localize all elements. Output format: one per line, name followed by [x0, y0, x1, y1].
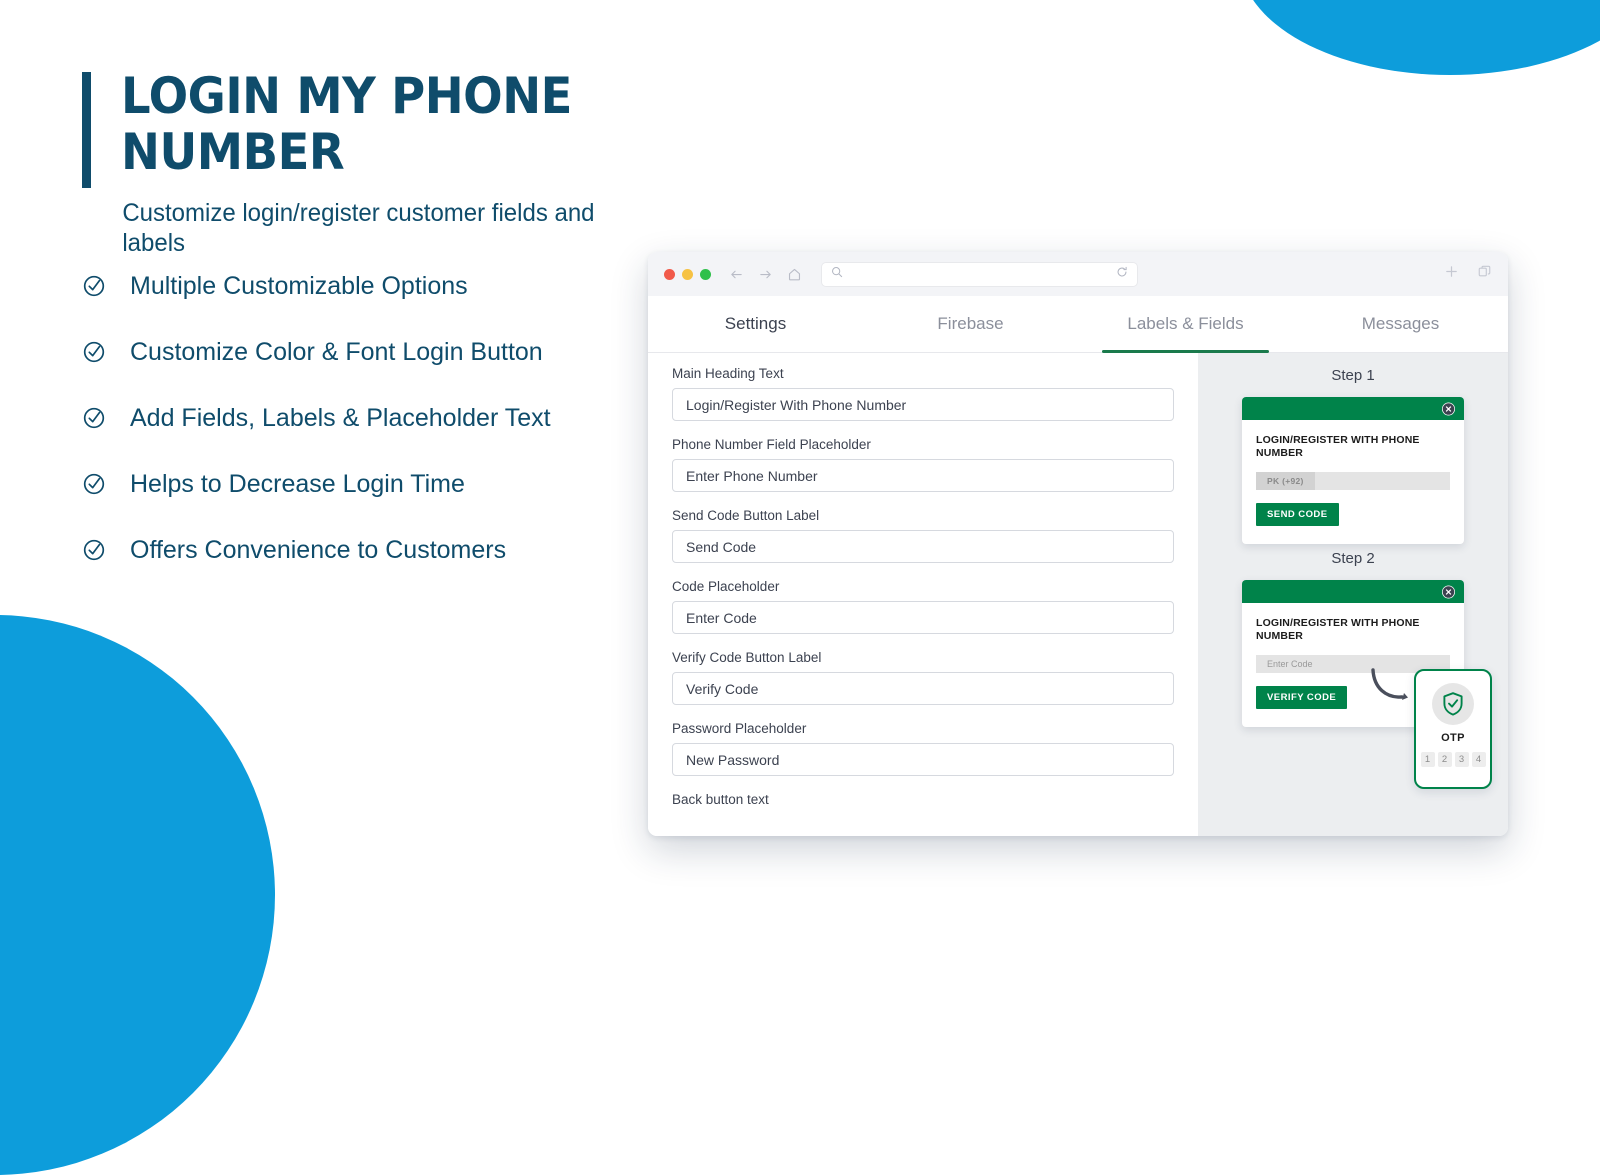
check-circle-icon — [82, 274, 106, 298]
feature-item: Helps to Decrease Login Time — [82, 460, 662, 508]
step-1-phone-input[interactable]: PK (+92) — [1256, 472, 1450, 490]
curved-arrow-icon — [1368, 664, 1412, 709]
feature-label: Add Fields, Labels & Placeholder Text — [130, 404, 551, 432]
tab-indicator — [887, 350, 1054, 353]
step-1-title: Step 1 — [1331, 367, 1375, 384]
verify-code-button-label-input[interactable]: Verify Code — [672, 672, 1174, 705]
tab-labels-and-fields[interactable]: Labels & Fields — [1078, 296, 1293, 353]
page-subtitle: Customize login/register customer fields… — [122, 199, 595, 257]
otp-digit-group: 1 2 3 4 — [1420, 752, 1486, 767]
close-circle-icon[interactable] — [1442, 585, 1455, 598]
content-panes: Main Heading Text Login/Register With Ph… — [648, 353, 1508, 836]
field-phone-number-placeholder: Phone Number Field Placeholder Enter Pho… — [672, 436, 1174, 492]
feature-item: Multiple Customizable Options — [82, 262, 662, 310]
send-code-button[interactable]: SEND CODE — [1256, 503, 1339, 526]
marketing-column: LOGIN MY PHONE NUMBER Customize login/re… — [0, 0, 660, 900]
field-label: Password Placeholder — [672, 721, 807, 736]
card-header — [1242, 580, 1464, 603]
otp-digit[interactable]: 3 — [1454, 752, 1469, 767]
browser-window: Settings Firebase Labels & Fields Messag… — [648, 252, 1508, 836]
feature-label: Offers Convenience to Customers — [130, 536, 507, 564]
plus-icon[interactable] — [1444, 264, 1459, 284]
maximize-window-button[interactable] — [700, 268, 711, 280]
minimize-window-button[interactable] — [682, 268, 693, 280]
check-circle-icon — [82, 340, 106, 364]
check-circle-icon — [82, 472, 106, 496]
copy-tabs-icon[interactable] — [1477, 264, 1492, 284]
arrow-right-icon[interactable] — [758, 267, 773, 282]
reload-icon[interactable] — [1116, 265, 1128, 283]
close-circle-icon[interactable] — [1442, 402, 1455, 415]
tab-label: Settings — [724, 314, 787, 333]
check-circle-icon — [82, 406, 106, 430]
feature-label: Multiple Customizable Options — [130, 272, 468, 300]
otp-label: OTP — [1441, 732, 1465, 744]
card-header — [1242, 397, 1464, 420]
feature-item: Offers Convenience to Customers — [82, 526, 662, 574]
field-main-heading-text: Main Heading Text Login/Register With Ph… — [672, 365, 1174, 421]
field-verify-code-button-label: Verify Code Button Label Verify Code — [672, 649, 1174, 705]
field-password-placeholder: Password Placeholder New Password — [672, 720, 1174, 776]
code-placeholder-input[interactable]: Enter Code — [672, 601, 1174, 634]
feature-label: Customize Color & Font Login Button — [130, 338, 543, 366]
field-label: Phone Number Field Placeholder — [672, 437, 871, 452]
otp-digit[interactable]: 4 — [1471, 752, 1486, 767]
country-code-selector[interactable]: PK (+92) — [1256, 472, 1315, 490]
phone-number-placeholder-input[interactable]: Enter Phone Number — [672, 459, 1174, 492]
step-2-heading: LOGIN/REGISTER WITH PHONE NUMBER — [1256, 617, 1420, 642]
code-input-placeholder: Enter Code — [1267, 659, 1313, 669]
browser-toolbar — [648, 252, 1508, 296]
field-code-placeholder: Code Placeholder Enter Code — [672, 578, 1174, 634]
field-label: Code Placeholder — [672, 579, 780, 594]
feature-item: Add Fields, Labels & Placeholder Text — [82, 394, 662, 442]
tab-bar: Settings Firebase Labels & Fields Messag… — [648, 296, 1508, 353]
step-1-preview: Step 1 LOGIN/REGISTER WITH PHONE NUMBER — [1198, 367, 1508, 544]
password-placeholder-input[interactable]: New Password — [672, 743, 1174, 776]
page-title: LOGIN MY PHONE NUMBER — [121, 67, 572, 181]
navigation-buttons — [729, 267, 802, 282]
arrow-left-icon[interactable] — [729, 267, 744, 282]
verify-code-button[interactable]: VERIFY CODE — [1256, 686, 1348, 709]
feature-item: Customize Color & Font Login Button — [82, 328, 662, 376]
field-label: Main Heading Text — [672, 366, 784, 381]
main-heading-text-input[interactable]: Login/Register With Phone Number — [672, 388, 1174, 421]
otp-popup-card: OTP 1 2 3 4 — [1414, 669, 1492, 789]
tab-label: Messages — [1361, 314, 1440, 333]
feature-list: Multiple Customizable Options Customize … — [82, 262, 662, 592]
field-send-code-button-label: Send Code Button Label Send Code — [672, 507, 1174, 563]
shield-check-icon — [1432, 683, 1474, 725]
tab-firebase[interactable]: Firebase — [863, 296, 1078, 352]
field-back-button-text: Back button text — [672, 791, 1174, 808]
send-code-button-label-input[interactable]: Send Code — [672, 530, 1174, 563]
step-1-card: LOGIN/REGISTER WITH PHONE NUMBER PK (+92… — [1242, 397, 1464, 544]
field-label: Send Code Button Label — [672, 508, 820, 523]
otp-digit[interactable]: 2 — [1437, 752, 1452, 767]
tab-indicator — [672, 350, 839, 353]
tab-label: Firebase — [937, 314, 1004, 333]
step-2-preview: Step 2 LOGIN/REGISTER WITH PHONE NUMBER — [1198, 550, 1508, 789]
labels-and-fields-form: Main Heading Text Login/Register With Ph… — [648, 353, 1198, 836]
tab-settings[interactable]: Settings — [648, 296, 863, 352]
card-body: LOGIN/REGISTER WITH PHONE NUMBER PK (+92… — [1242, 420, 1464, 544]
tab-messages[interactable]: Messages — [1293, 296, 1508, 352]
window-traffic-lights — [664, 268, 711, 280]
toolbar-right-actions — [1444, 264, 1492, 284]
feature-label: Helps to Decrease Login Time — [130, 470, 465, 498]
otp-digit[interactable]: 1 — [1420, 752, 1435, 767]
field-label: Verify Code Button Label — [672, 650, 822, 665]
home-icon[interactable] — [787, 267, 802, 282]
search-icon — [831, 265, 843, 283]
check-circle-icon — [82, 538, 106, 562]
step-2-title: Step 2 — [1331, 550, 1375, 567]
close-window-button[interactable] — [664, 268, 675, 280]
tab-label: Labels & Fields — [1127, 314, 1244, 333]
decorative-blob-top-right — [1240, 0, 1600, 75]
preview-pane: Step 1 LOGIN/REGISTER WITH PHONE NUMBER — [1198, 353, 1508, 836]
field-label: Back button text — [672, 792, 769, 807]
address-bar[interactable] — [822, 262, 1137, 286]
title-block: LOGIN MY PHONE NUMBER Customize login/re… — [82, 68, 642, 258]
step-1-heading: LOGIN/REGISTER WITH PHONE NUMBER — [1256, 434, 1420, 459]
